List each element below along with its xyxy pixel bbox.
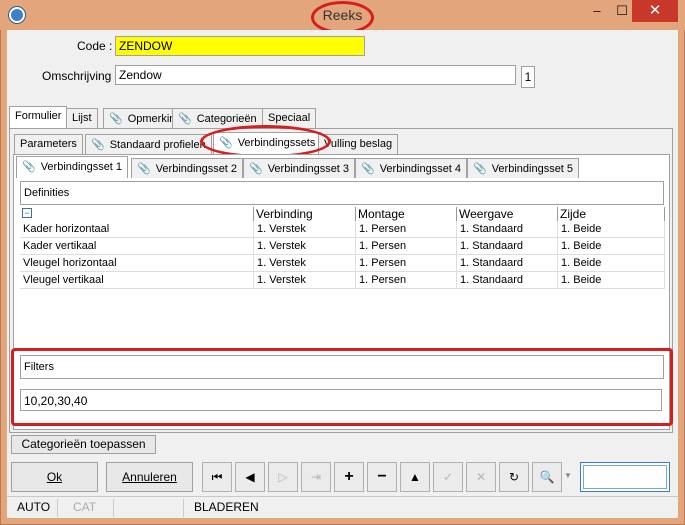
tab-verbindingsset-5[interactable]: 📎 Verbindingsset 5: [467, 158, 580, 178]
cell-zijde[interactable]: 1. Beide: [557, 221, 665, 238]
tab-standaard-profielen-label: Standaard profielen: [109, 139, 206, 151]
code-field[interactable]: ZENDOW: [115, 36, 365, 56]
table-row[interactable]: Vleugel horizontaal 1. Verstek 1. Persen…: [20, 255, 665, 272]
column-header-verbinding[interactable]: Verbinding: [253, 207, 355, 221]
grid-header: − Verbinding Montage Weergave Zijde: [20, 207, 665, 221]
description-field[interactable]: Zendow: [115, 65, 516, 85]
cancel-button-label: Annuleren: [122, 470, 177, 484]
cancel-edit-icon: ✕: [466, 462, 496, 492]
delete-icon[interactable]: −: [367, 462, 397, 492]
search-icon[interactable]: 🔍: [532, 462, 562, 492]
column-header-weergave[interactable]: Weergave: [456, 207, 557, 221]
table-row[interactable]: Kader vertikaal 1. Verstek 1. Persen 1. …: [20, 238, 665, 255]
edit-icon[interactable]: ▲: [400, 462, 430, 492]
client-area: Code : ZENDOW Omschrijving : Zendow 1 Fo…: [7, 30, 678, 518]
tab-set-1-label: Verbindingsset 1: [40, 161, 123, 173]
tab-verbindingsset-2[interactable]: 📎 Verbindingsset 2: [131, 158, 244, 178]
cell-montage[interactable]: 1. Persen: [355, 238, 456, 255]
close-icon[interactable]: ✕: [632, 0, 678, 22]
tab-set-4-label: Verbindingsset 4: [379, 163, 462, 175]
cell-verbinding[interactable]: 1. Verstek: [253, 238, 355, 255]
search-dropdown-chevron-icon[interactable]: ▼: [564, 471, 572, 480]
row-name: Vleugel horizontaal: [23, 257, 117, 269]
tab-lijst[interactable]: Lijst: [66, 108, 98, 128]
cell-montage[interactable]: 1. Persen: [355, 272, 456, 289]
column-header-montage[interactable]: Montage: [355, 207, 456, 221]
status-divider: [113, 499, 114, 517]
first-record-icon[interactable]: ⏮: [202, 462, 232, 492]
row-name: Kader horizontaal: [23, 223, 110, 235]
tab-categorieen-label: Categorieën: [196, 113, 257, 125]
paperclip-icon: 📎: [249, 163, 263, 175]
cancel-button[interactable]: Annuleren: [106, 462, 193, 492]
description-label: Omschrijving :: [42, 69, 119, 83]
ok-button-label: Ok: [46, 470, 63, 484]
paperclip-icon: 📎: [137, 163, 151, 175]
tab-verbindingsset-1[interactable]: 📎 Verbindingsset 1: [16, 156, 129, 178]
tab-set-5-label: Verbindingsset 5: [491, 163, 574, 175]
cell-zijde[interactable]: 1. Beide: [557, 255, 665, 272]
paperclip-icon: 📎: [361, 163, 375, 175]
paperclip-icon: 📎: [22, 161, 36, 173]
insert-icon[interactable]: +: [334, 462, 364, 492]
status-bar: AUTO CAT BLADEREN: [7, 496, 678, 518]
search-input-inner: [583, 465, 667, 489]
cell-verbinding[interactable]: 1. Verstek: [253, 255, 355, 272]
cell-weergave[interactable]: 1. Standaard: [456, 255, 557, 272]
next-record-icon: ▷: [268, 462, 298, 492]
cell-verbinding[interactable]: 1. Verstek: [253, 221, 355, 238]
last-record-icon: ⇥: [301, 462, 331, 492]
refresh-icon[interactable]: ↻: [499, 462, 529, 492]
tab-standaard-profielen[interactable]: 📎 Standaard profielen: [85, 134, 212, 154]
status-state: BLADEREN: [194, 500, 259, 514]
tab-verbindingsset-3[interactable]: 📎 Verbindingsset 3: [243, 158, 356, 178]
cell-weergave[interactable]: 1. Standaard: [456, 221, 557, 238]
status-mode-auto: AUTO: [17, 500, 51, 514]
cell-verbinding[interactable]: 1. Verstek: [253, 272, 355, 289]
cell-zijde[interactable]: 1. Beide: [557, 272, 665, 289]
language-index[interactable]: 1: [521, 66, 535, 88]
tab-set-2-label: Verbindingsset 2: [155, 163, 238, 175]
sub-tab-row: Parameters 📎 Standaard profielen 📎 Verbind…: [14, 132, 664, 154]
tab-set-3-label: Verbindingsset 3: [267, 163, 350, 175]
cell-weergave[interactable]: 1. Standaard: [456, 238, 557, 255]
apply-categories-button[interactable]: Categorieën toepassen: [11, 435, 156, 454]
collapse-icon[interactable]: −: [22, 208, 32, 218]
filters-annotation-box: [11, 348, 673, 426]
tab-parameters[interactable]: Parameters: [14, 134, 83, 154]
cell-montage[interactable]: 1. Persen: [355, 255, 456, 272]
paperclip-icon: 📎: [109, 113, 123, 125]
status-divider: [57, 499, 58, 517]
row-name: Vleugel vertikaal: [23, 274, 104, 286]
cell-montage[interactable]: 1. Persen: [355, 221, 456, 238]
row-name: Kader vertikaal: [23, 240, 97, 252]
paperclip-icon: 📎: [178, 113, 192, 125]
set-tab-row: 📎 Verbindingsset 1 📎 Verbindingsset 2 📎 Ver…: [16, 156, 666, 178]
definitions-header: Definities: [20, 181, 664, 205]
status-mode-cat: CAT: [73, 500, 97, 514]
paperclip-icon: 📎: [91, 139, 105, 151]
table-row[interactable]: Vleugel vertikaal 1. Verstek 1. Persen 1…: [20, 272, 665, 289]
ok-button[interactable]: Ok: [11, 462, 98, 492]
search-input[interactable]: [580, 462, 670, 492]
post-icon: ✓: [433, 462, 463, 492]
tab-formulier[interactable]: Formulier: [9, 106, 68, 128]
cell-weergave[interactable]: 1. Standaard: [456, 272, 557, 289]
prior-record-icon[interactable]: ◀: [235, 462, 265, 492]
status-divider: [183, 499, 184, 517]
tab-verbindingsset-4[interactable]: 📎 Verbindingsset 4: [355, 158, 468, 178]
main-tab-row: Formulier Lijst 📎 Opmerking 📎 Categorieën …: [9, 106, 669, 128]
table-row[interactable]: Kader horizontaal 1. Verstek 1. Persen 1…: [20, 221, 665, 238]
cell-zijde[interactable]: 1. Beide: [557, 238, 665, 255]
column-header-zijde[interactable]: Zijde: [557, 207, 665, 221]
paperclip-icon: 📎: [473, 163, 487, 175]
code-label: Code :: [77, 39, 113, 53]
